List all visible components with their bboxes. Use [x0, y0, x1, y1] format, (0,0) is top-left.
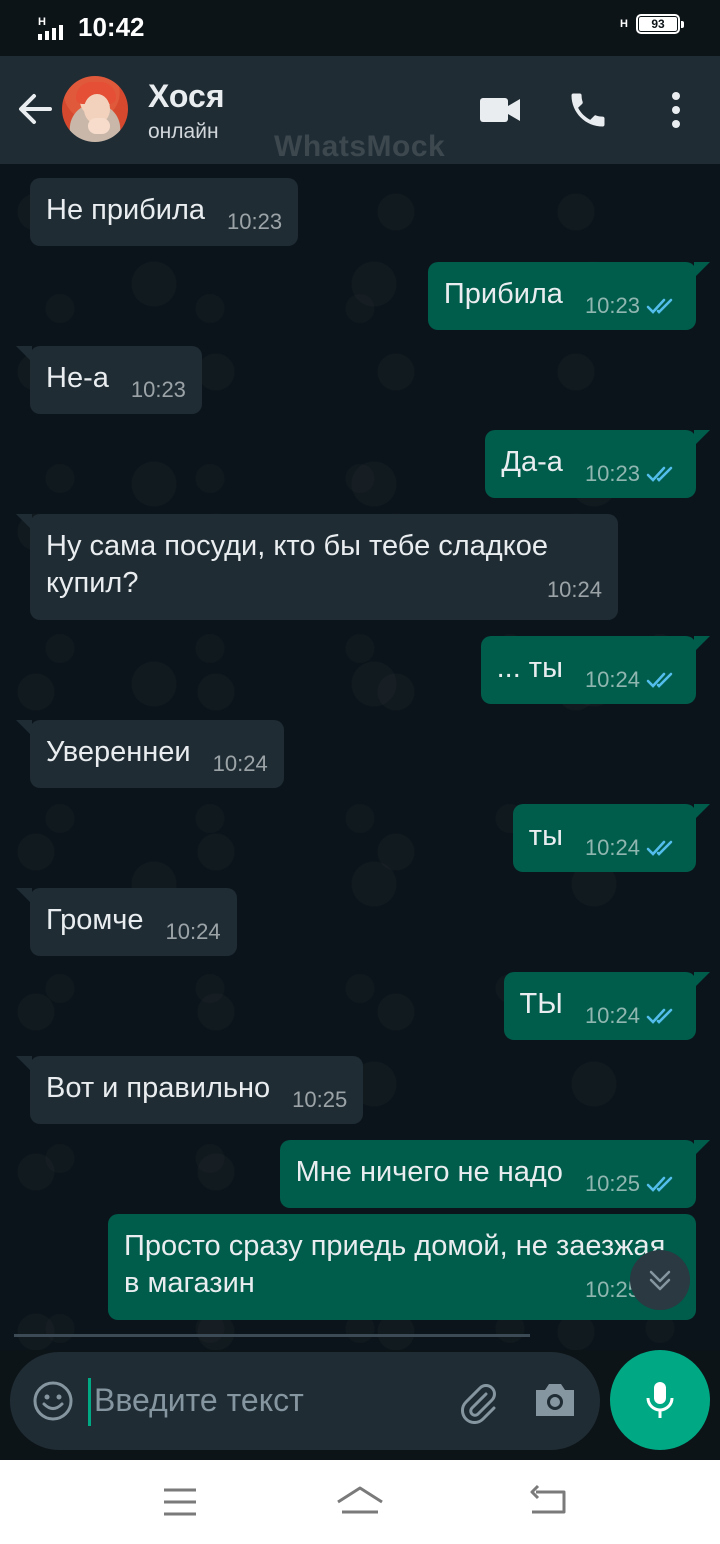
system-nav-bar [0, 1460, 720, 1544]
message-list[interactable]: Не прибила 10:23 Прибила 10:23 Не-а 10:23 Д… [0, 164, 720, 1350]
message-outgoing[interactable]: ты 10:24 [512, 804, 711, 872]
more-vertical-icon [672, 92, 680, 128]
message-text: Вот и правильно [46, 1072, 271, 1104]
double-check-icon [646, 840, 673, 856]
message-text: Громче [46, 904, 144, 936]
message-input[interactable] [94, 1370, 424, 1430]
home-icon [337, 1486, 383, 1514]
message-time: 10:23 [130, 377, 186, 402]
scroll-to-bottom-button[interactable] [630, 1250, 690, 1310]
message-time: 10:23 [584, 461, 640, 486]
message-text: Мне ничего не надо [295, 1156, 563, 1188]
paperclip-icon [461, 1384, 496, 1424]
message-text: Не-а [46, 362, 109, 394]
message-incoming[interactable]: Вот и правильно 10:25 [15, 1056, 364, 1124]
message-time: 10:24 [584, 835, 640, 860]
nav-back-button[interactable] [528, 1484, 568, 1520]
nav-home-button[interactable] [334, 1482, 386, 1522]
battery-level: 93 [639, 17, 677, 31]
message-incoming[interactable]: Не-а 10:23 [16, 346, 202, 414]
status-right: H 93 [620, 14, 684, 34]
text-caret [88, 1378, 91, 1426]
divider [14, 1334, 530, 1337]
status-bar: H 10:42 H 93 [0, 0, 720, 56]
battery-icon: 93 [636, 14, 684, 34]
microphone-icon [646, 1382, 674, 1418]
status-left: H 10:42 [38, 12, 145, 42]
status-time: 10:42 [78, 12, 145, 42]
chevron-double-down-icon [649, 1270, 671, 1291]
message-text: Прибила [443, 278, 563, 310]
voice-call-button[interactable] [566, 88, 610, 132]
camera-icon [536, 1384, 574, 1416]
message-incoming[interactable]: Не прибила 10:23 [30, 178, 299, 246]
video-call-button[interactable] [478, 92, 522, 128]
nav-recents-button[interactable] [162, 1486, 198, 1518]
message-time: 10:25 [584, 1171, 640, 1196]
contact-status: онлайн [148, 120, 219, 143]
message-time: 10:24 [546, 577, 602, 602]
double-check-icon [646, 466, 673, 482]
message-incoming[interactable]: Громче 10:24 [16, 888, 237, 956]
attach-button[interactable] [456, 1380, 500, 1424]
message-text: Ну сама посуди, кто бы тебе сладкое купи… [46, 530, 548, 599]
composer [10, 1352, 600, 1450]
watermark: WhatsMock [274, 130, 446, 163]
message-text: ТЫ [519, 988, 563, 1020]
network-label: H [620, 18, 628, 30]
message-text: Да-а [501, 446, 563, 478]
double-check-icon [646, 672, 673, 688]
return-icon [530, 1484, 566, 1514]
double-check-icon [646, 298, 673, 314]
message-text: Увереннеи [46, 736, 191, 768]
message-time: 10:24 [584, 667, 640, 692]
message-time: 10:23 [227, 209, 283, 234]
more-options-button[interactable] [660, 90, 692, 130]
message-text: ты [528, 820, 563, 852]
phone-icon [571, 93, 605, 127]
chat-header: Хося онлайн WhatsMock [0, 56, 720, 164]
camera-button[interactable] [532, 1380, 578, 1420]
message-incoming[interactable]: Увереннеи 10:24 [16, 720, 284, 788]
message-outgoing[interactable]: Да-а 10:23 [485, 430, 710, 498]
message-time: 10:24 [584, 1003, 640, 1028]
double-check-icon [646, 1176, 673, 1192]
message-time: 10:24 [212, 751, 268, 776]
message-text: Не прибила [46, 194, 206, 226]
signal-icon: H [38, 16, 68, 42]
double-check-icon [646, 1008, 673, 1024]
video-camera-icon [480, 98, 520, 122]
menu-icon [164, 1488, 196, 1516]
message-outgoing[interactable]: ... ты 10:24 [480, 636, 711, 704]
message-outgoing[interactable]: Прибила 10:23 [427, 262, 711, 330]
message-time: 10:24 [165, 919, 221, 944]
avatar[interactable] [62, 76, 128, 142]
message-incoming[interactable]: Ну сама посуди, кто бы тебе сладкое купи… [16, 514, 618, 620]
message-time: 10:25 [292, 1087, 348, 1112]
message-outgoing[interactable]: ТЫ 10:24 [503, 972, 711, 1040]
back-arrow-icon [19, 94, 52, 124]
message-outgoing[interactable]: Мне ничего не надо 10:25 [279, 1140, 711, 1208]
emoji-button[interactable] [32, 1380, 74, 1422]
message-time: 10:23 [584, 293, 640, 318]
emoji-icon [33, 1381, 73, 1421]
message-outgoing[interactable]: Просто сразу приедь домой, не заезжая в … [108, 1214, 696, 1320]
message-text: ... ты [496, 652, 563, 684]
back-button[interactable] [14, 88, 56, 130]
contact-name[interactable]: Хося [148, 78, 225, 115]
voice-record-button[interactable] [610, 1350, 710, 1450]
